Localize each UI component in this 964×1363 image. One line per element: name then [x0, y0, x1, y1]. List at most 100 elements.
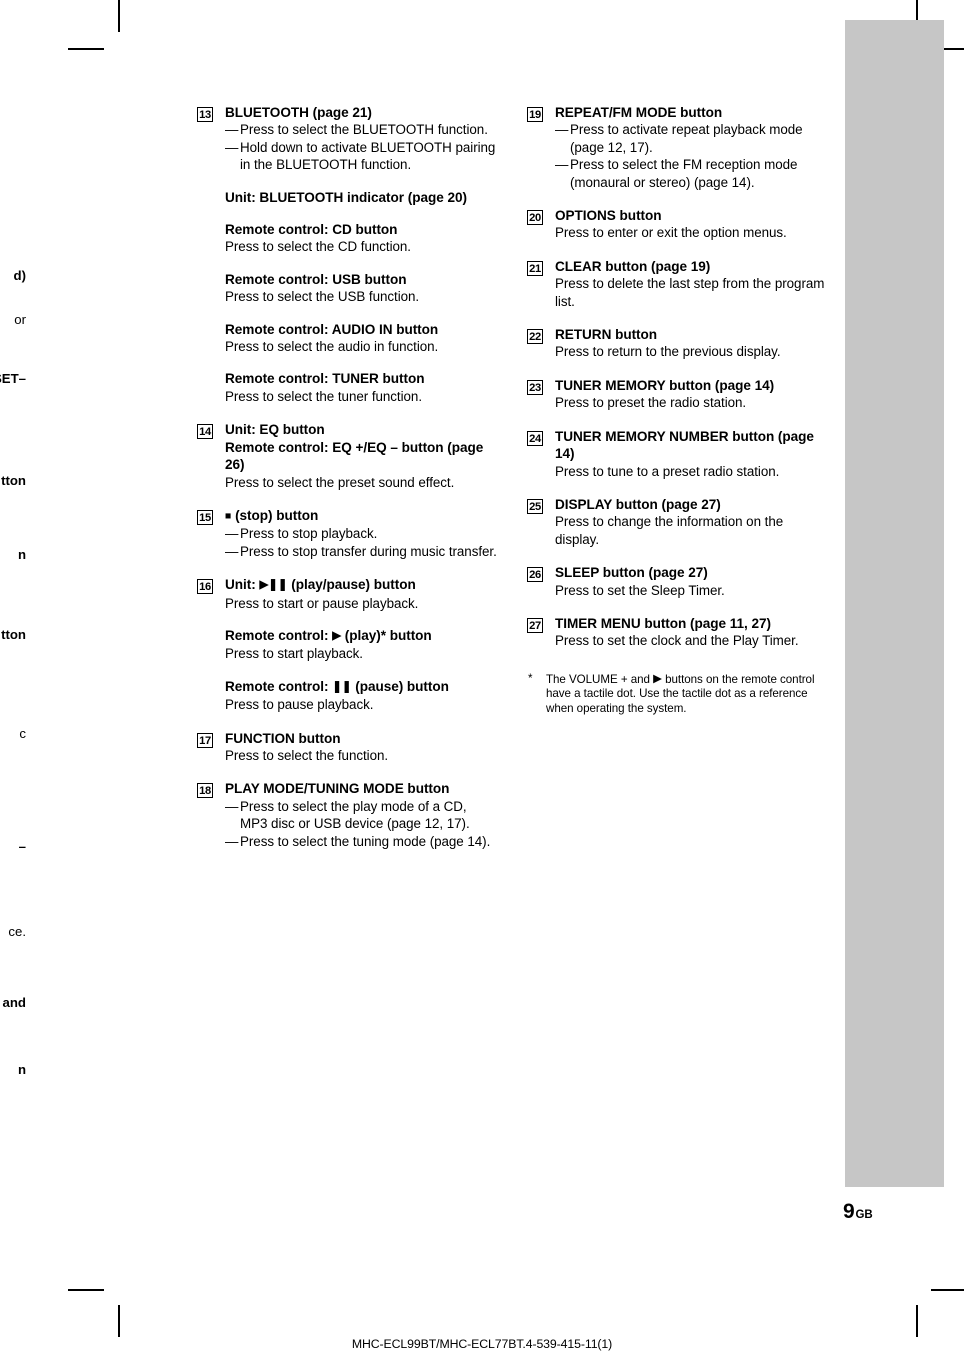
entry-16: 16 Unit: ▶❚❚ (play/pause) button Press to … — [197, 576, 497, 713]
entry-body: Press to set the Sleep Timer. — [555, 582, 725, 598]
entry-title: SLEEP button (page 27) — [555, 564, 827, 581]
entry-bullet-text: Press to select the play mode of a CD, M… — [240, 798, 470, 832]
entry-number-box: 26 — [527, 567, 543, 583]
crop-mark-bottom-right-vertical — [916, 1305, 918, 1337]
entry-body: Press to select the function. — [225, 747, 389, 763]
entry-number-box: 15 — [197, 509, 213, 525]
entry-number-box: 25 — [527, 498, 543, 514]
sub-section-heading-text: Remote control: EQ +/EQ – button (page 2… — [225, 439, 484, 473]
sub-section-heading: Remote control: CD button — [225, 221, 497, 238]
entry-bullet: — Press to activate repeat playback mode … — [555, 121, 827, 156]
entry-bullet: — Press to select the BLUETOOTH function. — [225, 121, 497, 138]
sub-section-heading-text: Unit: BLUETOOTH indicator (page 20) — [225, 189, 467, 205]
entry-title-text: OPTIONS button — [555, 208, 662, 224]
entry-title-text: PLAY MODE/TUNING MODE button — [225, 781, 450, 797]
entry-number-box: 22 — [527, 329, 543, 345]
folio-number: 9 — [843, 1200, 855, 1223]
entry-27: 27 TIMER MENU button (page 11, 27) Press t… — [527, 615, 827, 650]
entry-title-text: FUNCTION button — [225, 730, 341, 746]
entry-title: Unit: ▶❚❚ (play/pause) button — [225, 576, 497, 594]
entry-body: Press to preset the radio station. — [555, 395, 747, 411]
page-folio: 9 GB — [843, 1200, 873, 1224]
entry-title-text: RETURN button — [555, 327, 658, 343]
entry-bullet-text: Press to select the BLUETOOTH function. — [240, 122, 488, 138]
entry-bullet-text: Press to activate repeat playback mode (… — [570, 122, 803, 155]
sub-section-heading-prefix: Remote control: — [225, 627, 333, 643]
entry-bullet: — Press to select the play mode of a CD, … — [225, 798, 497, 833]
bleed-fragment: d) — [13, 268, 26, 283]
entry-title: REPEAT/FM MODE button — [555, 104, 827, 121]
sub-section-body: Press to select the USB function. — [225, 289, 420, 305]
entry-title-prefix: Unit: — [225, 577, 260, 593]
manual-page: d) or ESET– tton n tton c – ce. and n 13 BLUETOOTH … — [0, 0, 964, 1363]
entry-title: RETURN button — [555, 326, 827, 343]
folio-suffix: GB — [855, 1209, 873, 1221]
sub-section-heading: Remote control: AUDIO IN button — [225, 321, 497, 338]
sub-section-body: Press to select the CD function. — [225, 239, 411, 255]
sub-section-body: Press to start playback. — [225, 646, 363, 662]
sub-section-body: Press to select the tuner function. — [225, 388, 422, 404]
sub-section-heading: Remote control: ▶ (play)* button — [225, 627, 497, 645]
entry-body: Press to set the clock and the Play Time… — [555, 633, 799, 649]
entry-title-text: DISPLAY button (page 27) — [555, 496, 721, 512]
bleed-fragment: ce. — [8, 924, 26, 939]
entry-21: 21 CLEAR button (page 19) Press to delete … — [527, 258, 827, 310]
bleed-fragment: n — [17, 1062, 26, 1077]
entry-number-box: 13 — [197, 107, 213, 122]
entry-title: Unit: EQ button — [225, 421, 497, 438]
entry-title: TIMER MENU button (page 11, 27) — [555, 615, 827, 632]
entry-bullet-text: Press to stop transfer during music tran… — [240, 543, 497, 559]
bullet-dash-icon: — — [225, 139, 239, 155]
entry-title-text: REPEAT/FM MODE button — [555, 105, 723, 120]
entry-25: 25 DISPLAY button (page 27) Press to chang… — [527, 496, 827, 548]
entry-body: Press to delete the last step from the p… — [555, 276, 825, 309]
entry-bullet: — Press to stop transfer during music tra… — [225, 543, 497, 560]
bullet-dash-icon: — — [225, 543, 239, 559]
entry-body: Press to change the information on the d… — [555, 514, 784, 547]
entry-26: 26 SLEEP button (page 27) Press to set the… — [527, 564, 827, 599]
entry-number-box: 24 — [527, 430, 543, 446]
entry-18: 18 PLAY MODE/TUNING MODE button — Press to … — [197, 780, 497, 850]
bullet-dash-icon: — — [225, 798, 239, 814]
crop-mark-bottom-right-horizontal — [931, 1289, 964, 1291]
crop-mark-bottom-left-horizontal — [68, 1289, 104, 1291]
bullet-dash-icon: — — [225, 833, 239, 849]
entry-bullet-text: Press to stop playback. — [240, 526, 378, 542]
sub-section-heading-text: Remote control: TUNER button — [225, 371, 425, 387]
entry-title: PLAY MODE/TUNING MODE button — [225, 780, 497, 797]
bleed-fragment: ESET– — [0, 371, 26, 386]
bleed-fragment: or — [14, 312, 26, 327]
bleed-fragment: tton — [1, 473, 26, 488]
sub-section-heading-text: Remote control: AUDIO IN button — [225, 321, 439, 337]
entry-number-box: 14 — [197, 424, 213, 440]
entry-title-text: TUNER MEMORY NUMBER button (page 14) — [555, 428, 814, 462]
entry-number-box: 19 — [527, 107, 543, 122]
crop-mark-top-left-horizontal — [68, 48, 104, 50]
entry-body: Press to enter or exit the option menus. — [555, 225, 787, 241]
entry-title-text: TUNER MEMORY button (page 14) — [555, 377, 775, 393]
entry-14: 14 Unit: EQ button Remote control: EQ +/EQ… — [197, 421, 497, 491]
sub-section-heading: Unit: BLUETOOTH indicator (page 20) — [225, 189, 497, 206]
sub-section-heading-text: (pause) button — [351, 678, 449, 694]
bullet-dash-icon: — — [555, 122, 569, 138]
entry-24: 24 TUNER MEMORY NUMBER button (page 14) Pr… — [527, 428, 827, 480]
bleed-fragment: – — [18, 839, 26, 854]
entry-number-box: 18 — [197, 783, 213, 799]
entry-title-text: Unit: EQ button — [225, 422, 325, 438]
entry-title: FUNCTION button — [225, 730, 497, 747]
bleed-fragment: tton — [1, 627, 26, 642]
entry-title-text: SLEEP button (page 27) — [555, 565, 708, 581]
entry-body: Press to tune to a preset radio station. — [555, 463, 780, 479]
entry-bullet-list: — Press to activate repeat playback mode … — [555, 121, 827, 191]
sub-section-heading-text: Remote control: CD button — [225, 222, 398, 238]
footnote-text-before: The VOLUME + and — [546, 672, 654, 686]
entry-body: Press to start or pause playback. — [225, 595, 419, 611]
entry-bullet-list: — Press to stop playback. — Press to stop t… — [225, 525, 497, 560]
crop-mark-bottom-left-vertical — [118, 1305, 120, 1337]
bleed-fragment: and — [2, 995, 26, 1010]
entry-bullet: — Hold down to activate BLUETOOTH pairing… — [225, 139, 497, 174]
entry-bullet-text: Press to select the FM reception mode (m… — [570, 157, 798, 190]
sub-section-heading: Remote control: USB button — [225, 271, 497, 288]
transport-glyph-icon: ▶ — [332, 629, 342, 642]
entry-title: TUNER MEMORY NUMBER button (page 14) — [555, 428, 827, 463]
